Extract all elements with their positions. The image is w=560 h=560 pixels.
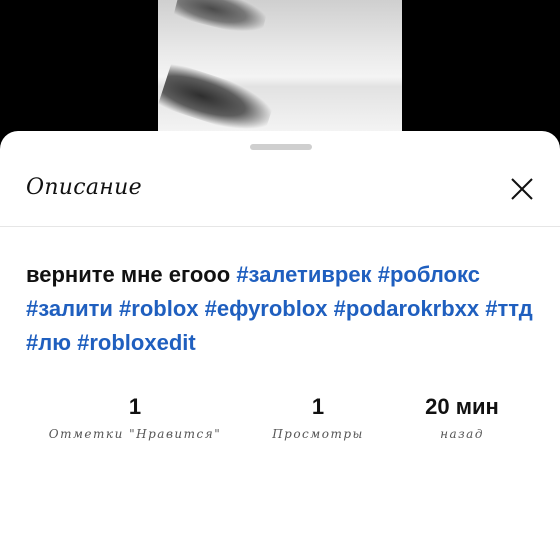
- hashtag[interactable]: #ттд: [485, 296, 532, 321]
- sheet-title: Описание: [26, 175, 142, 200]
- posted-time: 20 мин: [425, 394, 499, 419]
- drag-handle[interactable]: [250, 144, 312, 150]
- hashtag[interactable]: #ефуroblox: [205, 296, 328, 321]
- video-object-shadow: [158, 62, 277, 140]
- close-icon: [511, 178, 533, 200]
- views-label: Просмотры: [272, 427, 364, 441]
- likes-label: Отметки "Нравится": [48, 427, 222, 441]
- hashtag[interactable]: #roblox: [119, 296, 198, 321]
- views-stat: 1 Просмотры: [258, 393, 378, 441]
- likes-count: 1: [128, 394, 142, 419]
- hashtag[interactable]: #роблокс: [378, 262, 480, 287]
- hashtag[interactable]: #лю: [26, 330, 71, 355]
- hashtag[interactable]: #залетиврек: [236, 262, 371, 287]
- views-count: 1: [311, 394, 325, 419]
- posted-time-label: назад: [440, 427, 484, 441]
- video-caption: верните мне егооо #залетиврек #роблокс #…: [26, 258, 536, 360]
- caption-text: верните мне егооо: [26, 262, 231, 287]
- likes-stat: 1 Отметки "Нравится": [40, 393, 230, 441]
- video-preview[interactable]: [158, 0, 402, 140]
- video-object: [173, 0, 269, 39]
- posted-time-stat: 20 мин назад: [398, 393, 526, 441]
- divider: [0, 226, 560, 227]
- hashtag[interactable]: #podarokrbxx: [334, 296, 480, 321]
- hashtag[interactable]: #залити: [26, 296, 113, 321]
- description-sheet: Описание верните мне егооо #залетиврек #…: [0, 131, 560, 560]
- close-button[interactable]: [506, 173, 538, 205]
- hashtag[interactable]: #robloxedit: [77, 330, 196, 355]
